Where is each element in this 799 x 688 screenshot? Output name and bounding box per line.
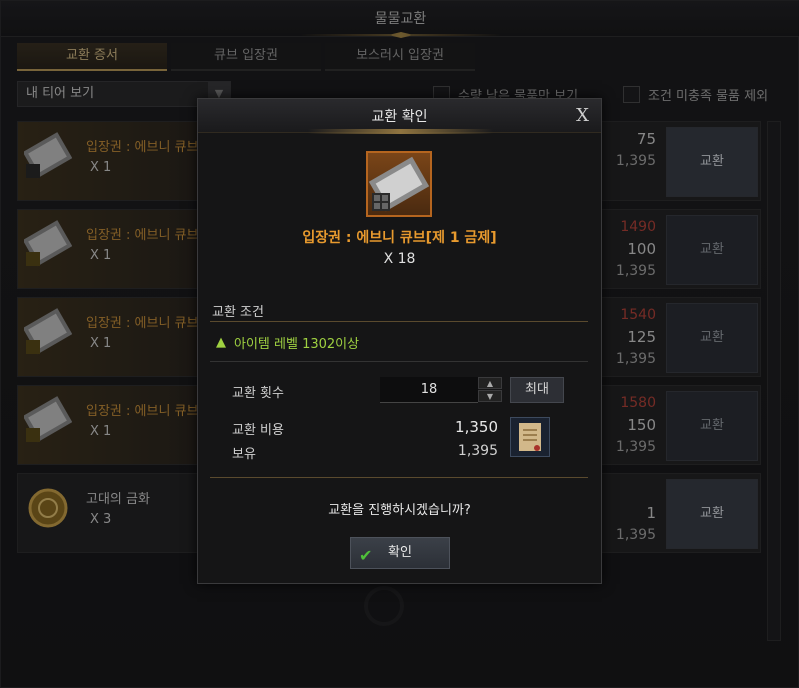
conditions-label: 교환 조건 [212,305,264,320]
dialog-item-name: 입장권 : 에브니 큐브[제 1 금제] [302,230,497,246]
dialog-title: 교환 확인 [371,109,428,125]
dialog-item-qty: X 18 [383,251,416,267]
count-stepper[interactable]: ▲ ▼ [478,377,502,403]
divider [210,361,588,362]
requirement: ▲ 아이템 레벨 1302이상 [216,333,359,352]
check-icon: ✔ [359,546,373,565]
cost-value: 1,350 [455,418,498,436]
requirement-text: 아이템 레벨 1302이상 [234,337,360,352]
max-button[interactable]: 최대 [510,377,564,403]
ticket-icon [368,156,430,212]
scroll-currency-icon [510,417,550,457]
count-input[interactable]: 18 [380,377,478,403]
confirm-button[interactable]: ✔ 확인 [350,537,450,569]
confirm-question: 교환을 진행하시겠습니까? [328,503,471,518]
count-label: 교환 횟수 [232,386,284,401]
ticket-item-icon [366,151,432,217]
confirm-label: 확인 [388,545,412,560]
dialog-header: 교환 확인 X [198,99,601,134]
own-value: 1,395 [457,443,498,459]
close-icon[interactable]: X [576,105,589,126]
helmet-icon: ▲ [216,335,226,350]
cost-label: 교환 비용 [232,423,284,438]
exchange-confirm-dialog: 교환 확인 X 입장권 : 에브니 큐브[제 1 금제] X 18 교환 조건 … [197,98,602,584]
divider [210,321,588,322]
header-ornament [308,129,493,134]
own-label: 보유 [232,447,256,462]
divider [210,477,588,478]
decrement-icon[interactable]: ▼ [478,390,502,402]
increment-icon[interactable]: ▲ [478,377,502,389]
